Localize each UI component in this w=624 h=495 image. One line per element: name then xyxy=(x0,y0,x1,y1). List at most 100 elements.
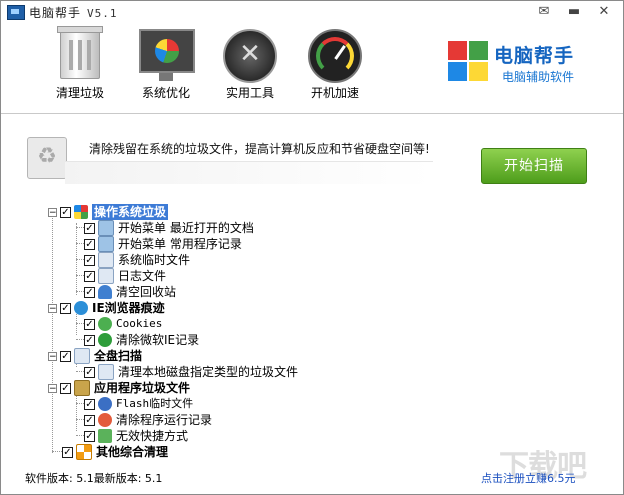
search-red-icon xyxy=(98,413,112,427)
document-icon xyxy=(98,220,114,236)
checkbox[interactable]: ✓ xyxy=(84,318,95,330)
info-bar: ♻ 清除残留在系统的垃圾文件，提高计算机反应和节省硬盘空间等! 开始扫描 xyxy=(1,114,623,194)
tree-item[interactable]: ✓ 清除程序运行记录 xyxy=(84,412,212,428)
item-label: 开始菜单 常用程序记录 xyxy=(118,237,242,251)
item-label: 系统临时文件 xyxy=(118,253,191,267)
app-icon xyxy=(7,5,25,20)
checkbox[interactable]: ✓ xyxy=(84,430,95,442)
brand-logo: 电脑帮手 电脑辅助软件 xyxy=(448,41,608,89)
category-label: 其他综合清理 xyxy=(96,445,169,459)
tool-system-optimize[interactable]: 系统优化 xyxy=(127,27,205,107)
category-label: 应用程序垃圾文件 xyxy=(94,381,191,395)
tool-label: 开机加速 xyxy=(310,86,359,100)
item-label: 清除程序运行记录 xyxy=(116,413,213,427)
category-label: 操作系统垃圾 xyxy=(92,204,169,220)
tree-category-other-clean[interactable]: ✓ 其他综合清理 xyxy=(62,444,168,460)
version-label: 软件版本: 5.1最新版本: 5.1 xyxy=(25,472,163,485)
item-label: 日志文件 xyxy=(118,269,167,283)
collapse-toggle[interactable]: − xyxy=(48,303,57,313)
magnifier-icon xyxy=(98,252,114,268)
item-label: Flash临时文件 xyxy=(116,397,194,410)
collapse-toggle[interactable]: − xyxy=(48,383,57,393)
ie-icon xyxy=(74,301,88,315)
tool-clean-junk[interactable]: 清理垃圾 xyxy=(41,26,119,107)
minimize-button[interactable]: ▬ xyxy=(563,2,585,22)
recycle-bin-icon: ♻ xyxy=(27,137,67,179)
tree-item[interactable]: ✓ 清空回收站 xyxy=(84,284,176,300)
user-icon xyxy=(98,285,112,299)
magnifier-icon xyxy=(98,364,114,380)
item-label: 清空回收站 xyxy=(116,285,177,299)
grid-icon xyxy=(76,444,92,460)
feedback-icon[interactable]: ✉ xyxy=(533,2,555,22)
tree-item[interactable]: ✓ 清除微软IE记录 xyxy=(84,332,199,348)
tool-label: 清理垃圾 xyxy=(55,86,104,100)
item-label: 清理本地磁盘指定类型的垃圾文件 xyxy=(118,365,299,379)
tool-boot-speedup[interactable]: 开机加速 xyxy=(296,27,374,107)
close-button[interactable]: ✕ xyxy=(593,2,615,22)
shortcut-icon xyxy=(98,429,112,443)
app-name: 电脑帮手 xyxy=(29,6,82,20)
item-label: 开始菜单 最近打开的文档 xyxy=(118,221,254,235)
windows-icon xyxy=(74,205,88,219)
checkbox[interactable]: ✓ xyxy=(84,398,95,410)
checkbox[interactable]: ✓ xyxy=(84,414,95,426)
refresh-icon xyxy=(98,333,112,347)
tree-item[interactable]: ✓ 开始菜单 最近打开的文档 xyxy=(84,220,254,236)
checkbox[interactable]: ✓ xyxy=(84,334,95,346)
magnifier-icon xyxy=(98,268,114,284)
checkbox[interactable]: ✓ xyxy=(60,302,71,314)
tree-category-full-scan[interactable]: − ✓ 全盘扫描 xyxy=(48,348,142,364)
start-scan-button[interactable]: 开始扫描 xyxy=(481,148,587,184)
window-title: 电脑帮手 V5.1 xyxy=(29,4,118,21)
tree-item[interactable]: ✓ 清理本地磁盘指定类型的垃圾文件 xyxy=(84,364,298,380)
checkbox[interactable]: ✓ xyxy=(84,286,95,298)
checkbox[interactable]: ✓ xyxy=(84,254,95,266)
collapse-toggle[interactable]: − xyxy=(48,207,57,217)
tool-label: 实用工具 xyxy=(225,86,274,100)
info-strip xyxy=(65,161,433,184)
collapse-toggle[interactable]: − xyxy=(48,351,57,361)
tool-label: 系统优化 xyxy=(141,86,190,100)
logo-name: 电脑帮手 xyxy=(494,45,575,67)
item-label: 无效快捷方式 xyxy=(116,429,189,443)
tree-item[interactable]: ✓ 系统临时文件 xyxy=(84,252,190,268)
checkbox[interactable]: ✓ xyxy=(84,222,95,234)
document-icon xyxy=(98,236,114,252)
title-bar: 电脑帮手 V5.1 ✉ ▬ ✕ xyxy=(1,1,623,23)
logo-subtitle: 电脑辅助软件 xyxy=(502,70,575,84)
checkbox[interactable]: ✓ xyxy=(60,350,71,362)
tree-category-app-junk[interactable]: − ✓ 应用程序垃圾文件 xyxy=(48,380,190,396)
category-label: IE浏览器痕迹 xyxy=(92,301,165,315)
tree-item[interactable]: ✓ 日志文件 xyxy=(84,268,166,284)
item-label: Cookies xyxy=(116,317,163,330)
item-label: 清除微软IE记录 xyxy=(116,333,200,347)
checkbox[interactable]: ✓ xyxy=(62,446,73,458)
app-version: V5.1 xyxy=(87,7,118,20)
monitor-icon xyxy=(139,29,195,81)
gauge-icon xyxy=(308,29,362,83)
globe-icon xyxy=(98,397,112,411)
cleanup-tree: − ✓ 操作系统垃圾 ✓ 开始菜单 最近打开的文档 ✓ 开始菜单 常用程序记录 … xyxy=(1,199,623,461)
checkbox[interactable]: ✓ xyxy=(60,382,71,394)
tool-utilities[interactable]: 实用工具 xyxy=(211,27,289,107)
windows-logo-icon xyxy=(448,41,490,83)
checkbox[interactable]: ✓ xyxy=(84,366,95,378)
tree-category-os-junk[interactable]: − ✓ 操作系统垃圾 xyxy=(48,204,169,220)
main-window: 电脑帮手 V5.1 ✉ ▬ ✕ 清理垃圾 系统优化 实用工具 开机加速 电脑帮手 xyxy=(0,0,624,495)
trash-icon xyxy=(57,26,103,79)
checkbox[interactable]: ✓ xyxy=(84,238,95,250)
info-message: 清除残留在系统的垃圾文件，提高计算机反应和节省硬盘空间等! xyxy=(89,142,430,156)
checkbox[interactable]: ✓ xyxy=(60,206,71,218)
tree-item[interactable]: ✓ Flash临时文件 xyxy=(84,396,193,412)
tree-item[interactable]: ✓ 无效快捷方式 xyxy=(84,428,188,444)
tree-item[interactable]: ✓ 开始菜单 常用程序记录 xyxy=(84,236,242,252)
category-label: 全盘扫描 xyxy=(94,349,143,363)
register-link[interactable]: 点击注册立赚6.5元 xyxy=(481,470,576,486)
magnifier-icon xyxy=(74,348,90,364)
package-icon xyxy=(74,380,90,396)
checkbox[interactable]: ✓ xyxy=(84,270,95,282)
cookie-icon xyxy=(98,317,112,331)
tree-category-ie-traces[interactable]: − ✓ IE浏览器痕迹 xyxy=(48,300,165,316)
tree-item[interactable]: ✓ Cookies xyxy=(84,316,162,332)
